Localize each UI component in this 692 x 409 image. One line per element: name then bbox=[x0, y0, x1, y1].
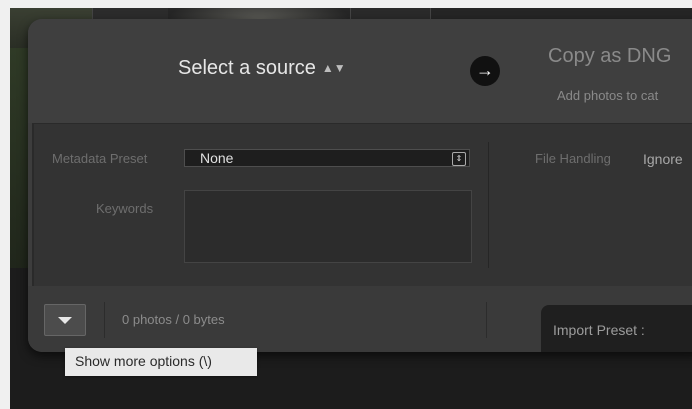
tooltip: Show more options (\) bbox=[65, 348, 257, 376]
import-mode-copy-as-dng[interactable]: Copy as DNG bbox=[548, 45, 671, 68]
divider bbox=[488, 142, 489, 268]
triangle-down-icon bbox=[58, 317, 72, 324]
file-handling-select[interactable]: Ignore bbox=[643, 151, 683, 167]
import-header: Select a source ▲▼ → Copy as DNG Add phot… bbox=[28, 19, 692, 123]
divider bbox=[104, 302, 105, 338]
keywords-label: Keywords bbox=[96, 201, 154, 216]
arrow-right-icon: → bbox=[470, 56, 500, 86]
import-preset-label: Import Preset : bbox=[553, 322, 645, 338]
select-source-dropdown[interactable]: Select a source ▲▼ bbox=[178, 57, 346, 80]
metadata-preset-value: None bbox=[200, 150, 234, 166]
metadata-preset-label: Metadata Preset bbox=[52, 151, 148, 166]
up-down-arrows-icon: ⇕ bbox=[452, 152, 466, 166]
keywords-field[interactable] bbox=[184, 190, 472, 263]
source-label: Select a source bbox=[178, 57, 316, 79]
import-dialog: Select a source ▲▼ → Copy as DNG Add phot… bbox=[28, 19, 692, 352]
import-options-panel: Metadata Preset None ⇕ Keywords File Han… bbox=[32, 123, 692, 287]
up-down-arrows-icon: ▲▼ bbox=[321, 61, 346, 75]
photo-count-status: 0 photos / 0 bytes bbox=[122, 312, 225, 327]
photo-thumbnail bbox=[10, 48, 28, 268]
import-preset-select[interactable]: Import Preset : bbox=[541, 305, 692, 352]
metadata-preset-select[interactable]: None ⇕ bbox=[184, 149, 470, 167]
import-footer: 0 photos / 0 bytes Import Preset : bbox=[28, 286, 692, 352]
show-more-options-button[interactable] bbox=[44, 304, 86, 336]
divider bbox=[486, 302, 487, 338]
import-mode-description: Add photos to cat bbox=[557, 88, 659, 103]
file-handling-label: File Handling bbox=[535, 151, 611, 166]
